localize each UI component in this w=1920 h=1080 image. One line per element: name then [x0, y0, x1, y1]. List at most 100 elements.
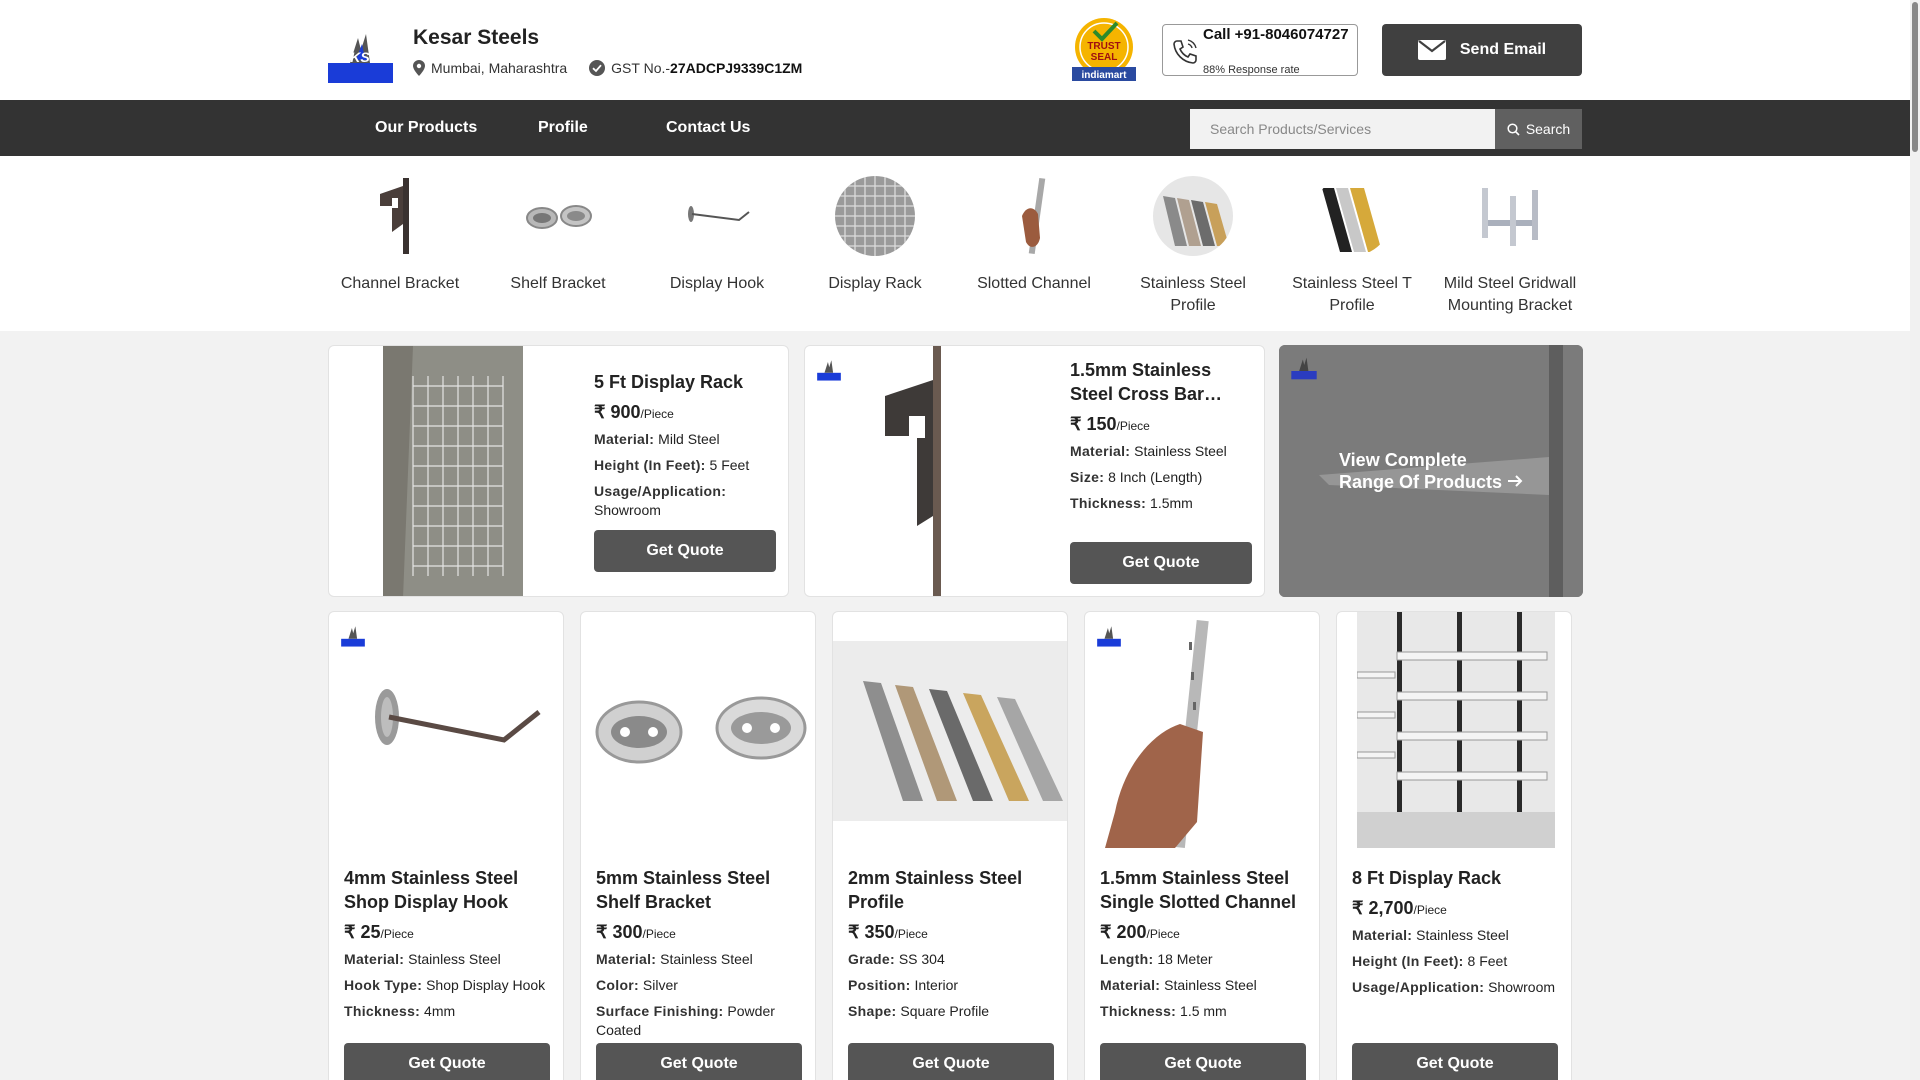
- get-quote-button[interactable]: Get Quote: [848, 1043, 1054, 1080]
- category-label: Display Hook: [669, 275, 765, 292]
- slotted-channel-product-image: [1105, 619, 1209, 848]
- spec-row: Color: Silver: [596, 977, 678, 993]
- phone-icon: [1173, 39, 1197, 64]
- product-title[interactable]: 2mm Stainless Steel Profile: [848, 866, 1054, 914]
- company-name[interactable]: Kesar Steels: [413, 26, 802, 50]
- product-price: ₹ 350/Piece: [848, 922, 928, 942]
- product-title[interactable]: 4mm Stainless Steel Shop Display Hook: [344, 866, 550, 914]
- spec-row: Usage/Application: Showroom: [1352, 979, 1556, 995]
- category-strip: Channel Bracket Shelf Bracket Display Ho…: [0, 156, 1910, 331]
- search-icon: [1507, 122, 1520, 136]
- spec-row: Thickness: 4mm: [344, 1003, 456, 1019]
- call-button[interactable]: Call +91-8046074727 88% Response rate: [1162, 24, 1358, 76]
- slotted-channel-image: [994, 176, 1074, 256]
- nav-contact-us[interactable]: Contact Us: [666, 100, 750, 156]
- product-title[interactable]: 5mm Stainless Steel Shelf Bracket: [596, 866, 802, 914]
- spec-row: Shape: Square Profile: [848, 1003, 990, 1019]
- product-title[interactable]: 8 Ft Display Rack: [1352, 866, 1558, 890]
- product-details: 5mm Stainless Steel Shelf Bracket ₹ 300/…: [596, 866, 802, 1040]
- company-logo[interactable]: KS: [328, 30, 393, 83]
- category-mild-steel-gridwall-mounting-bracket[interactable]: Mild Steel Gridwall Mounting Bracket: [1435, 176, 1585, 317]
- product-details: 2mm Stainless Steel Profile ₹ 350/Piece …: [848, 866, 1054, 1021]
- featured-card[interactable]: 5 Ft Display Rack ₹ 900/Piece Material: …: [328, 345, 789, 597]
- featured-details: 1.5mm Stainless Steel Cross Bar… ₹ 150/P…: [1070, 358, 1252, 513]
- view-all-products-button[interactable]: View Complete Range Of Products: [1279, 345, 1583, 597]
- product-card[interactable]: 1.5mm Stainless Steel Single Slotted Cha…: [1084, 611, 1320, 1080]
- get-quote-button[interactable]: Get Quote: [1100, 1043, 1306, 1080]
- category-display-rack[interactable]: Display Rack: [800, 176, 950, 295]
- location-pin-icon: [413, 60, 425, 76]
- spec-row: Thickness: 1.5mm: [1070, 495, 1193, 511]
- location: Mumbai, Maharashtra: [413, 60, 567, 76]
- product-card[interactable]: 8 Ft Display Rack ₹ 2,700/Piece Material…: [1336, 611, 1572, 1080]
- display-hook-product-image: [375, 689, 541, 745]
- rupee-icon: ₹: [594, 402, 611, 422]
- search-button[interactable]: Search: [1495, 109, 1582, 149]
- featured-card[interactable]: 1.5mm Stainless Steel Cross Bar… ₹ 150/P…: [804, 345, 1265, 597]
- spec-row: Position: Interior: [848, 977, 959, 993]
- get-quote-button[interactable]: Get Quote: [596, 1043, 802, 1080]
- rupee-icon: ₹: [1070, 414, 1087, 434]
- category-display-hook[interactable]: Display Hook: [642, 176, 792, 295]
- display-rack-8ft-product-image: [1357, 612, 1555, 848]
- product-card[interactable]: 4mm Stainless Steel Shop Display Hook ₹ …: [328, 611, 564, 1080]
- company-logo-icon: [817, 360, 841, 381]
- nav-profile[interactable]: Profile: [538, 100, 588, 156]
- product-card[interactable]: 2mm Stainless Steel Profile ₹ 350/Piece …: [832, 611, 1068, 1080]
- spec-row: Usage/Application: Showroom: [594, 483, 727, 518]
- search-button-label: Search: [1525, 121, 1571, 137]
- display-rack-product-image: [383, 346, 523, 596]
- category-channel-bracket[interactable]: Channel Bracket: [325, 176, 475, 295]
- product-card[interactable]: 5mm Stainless Steel Shelf Bracket ₹ 300/…: [580, 611, 816, 1080]
- get-quote-button[interactable]: Get Quote: [1352, 1043, 1558, 1080]
- category-label: Display Rack: [828, 275, 922, 292]
- scrollbar-thumb[interactable]: [1912, 2, 1918, 152]
- search-input[interactable]: [1190, 109, 1495, 149]
- spec-row: Material: Stainless Steel: [344, 951, 501, 967]
- spec-row: Material: Stainless Steel: [596, 951, 753, 967]
- nav-our-products[interactable]: Our Products: [375, 100, 477, 156]
- category-shelf-bracket[interactable]: Shelf Bracket: [483, 176, 633, 295]
- category-stainless-steel-t-profile[interactable]: Stainless Steel T Profile: [1277, 176, 1427, 317]
- shelf-bracket-image: [518, 176, 598, 256]
- brand-meta: Mumbai, Maharashtra GST No.-27ADCPJ9339C…: [413, 60, 802, 76]
- call-number: Call +91-8046074727: [1203, 26, 1349, 43]
- get-quote-button[interactable]: Get Quote: [1070, 542, 1252, 584]
- product-price: ₹ 900/Piece: [594, 402, 674, 422]
- spec-row: Height (In Feet): 5 Feet: [594, 457, 750, 473]
- product-title[interactable]: 1.5mm Stainless Steel Cross Bar…: [1070, 358, 1252, 406]
- rupee-icon: ₹: [344, 922, 361, 942]
- category-slotted-channel[interactable]: Slotted Channel: [959, 176, 1109, 295]
- category-stainless-steel-profile[interactable]: Stainless Steel Profile: [1118, 176, 1268, 317]
- location-text: Mumbai, Maharashtra: [431, 60, 568, 76]
- get-quote-button[interactable]: Get Quote: [344, 1043, 550, 1080]
- spec-row: Grade: SS 304: [848, 951, 945, 967]
- trust-line1: TRUST: [1087, 41, 1120, 52]
- search-bar: Search: [1190, 109, 1582, 149]
- spec-row: Hook Type: Shop Display Hook: [344, 977, 546, 993]
- page-scrollbar[interactable]: [1910, 0, 1920, 1080]
- trust-seal-badge[interactable]: TRUST SEAL indiamart: [1069, 17, 1139, 81]
- product-price: ₹ 200/Piece: [1100, 922, 1180, 942]
- envelope-icon: [1417, 40, 1446, 60]
- spec-row: Surface Finishing: Powder Coated: [596, 1003, 775, 1038]
- get-quote-button[interactable]: Get Quote: [594, 530, 776, 572]
- product-title[interactable]: 1.5mm Stainless Steel Single Slotted Cha…: [1100, 866, 1306, 914]
- product-price: ₹ 300/Piece: [596, 922, 676, 942]
- spec-row: Material: Mild Steel: [594, 431, 720, 447]
- gst-info: GST No.-27ADCPJ9339C1ZM: [589, 60, 802, 76]
- product-price: ₹ 25/Piece: [344, 922, 414, 942]
- category-label: Slotted Channel: [977, 275, 1091, 292]
- product-price: ₹ 2,700/Piece: [1352, 898, 1447, 918]
- category-label: Stainless Steel T Profile: [1292, 275, 1412, 314]
- response-rate: 88% Response rate: [1203, 64, 1300, 76]
- stainless-steel-t-profile-image: [1312, 176, 1392, 256]
- send-email-button[interactable]: Send Email: [1382, 24, 1582, 76]
- product-title[interactable]: 5 Ft Display Rack: [594, 370, 776, 394]
- featured-details: 5 Ft Display Rack ₹ 900/Piece Material: …: [594, 370, 776, 520]
- rupee-icon: ₹: [1352, 898, 1369, 918]
- product-details: 1.5mm Stainless Steel Single Slotted Cha…: [1100, 866, 1306, 1021]
- arrow-right-icon: [1508, 475, 1523, 487]
- rupee-icon: ₹: [848, 922, 865, 942]
- trust-brand: indiamart: [1081, 70, 1127, 81]
